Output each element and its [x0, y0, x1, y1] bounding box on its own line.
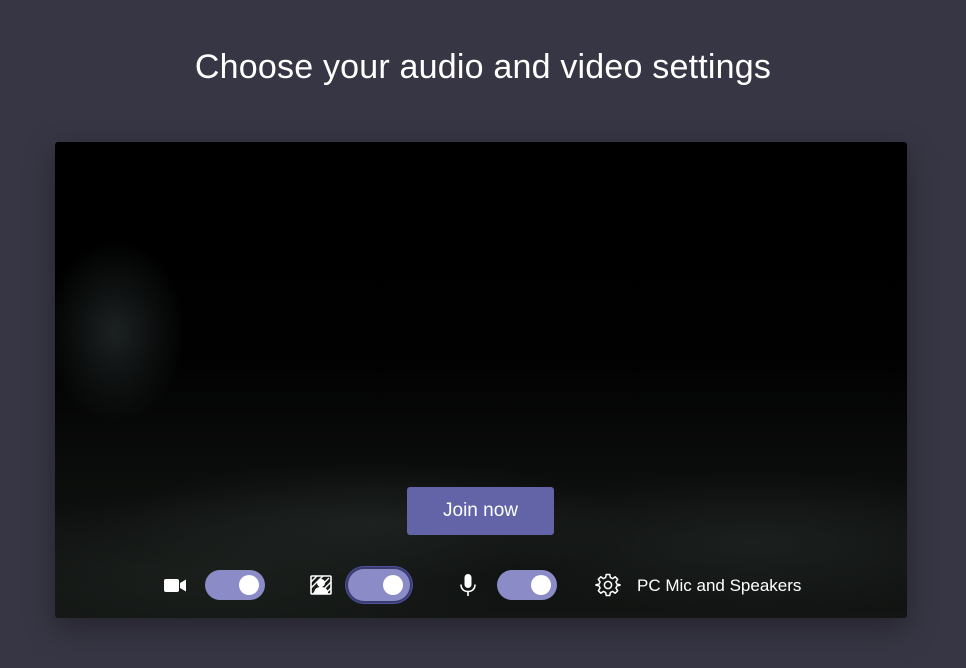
background-blur-toggle[interactable] [348, 569, 410, 601]
background-blur-toggle-knob [383, 575, 403, 595]
audio-device-label[interactable]: PC Mic and Speakers [637, 576, 801, 596]
camera-toggle-knob [239, 575, 259, 595]
video-camera-icon [164, 579, 186, 592]
microphone-toggle[interactable] [497, 570, 557, 600]
device-controls-bar: PC Mic and Speakers [55, 566, 907, 606]
page-title: Choose your audio and video settings [194, 48, 772, 86]
microphone-icon [460, 574, 476, 596]
join-now-button[interactable]: Join now [407, 487, 554, 535]
microphone-toggle-knob [531, 575, 551, 595]
gear-icon[interactable] [595, 572, 621, 598]
background-effects-icon [310, 575, 332, 595]
camera-toggle[interactable] [205, 570, 265, 600]
video-preview: Join now PC Mic and Speakers [55, 142, 907, 618]
